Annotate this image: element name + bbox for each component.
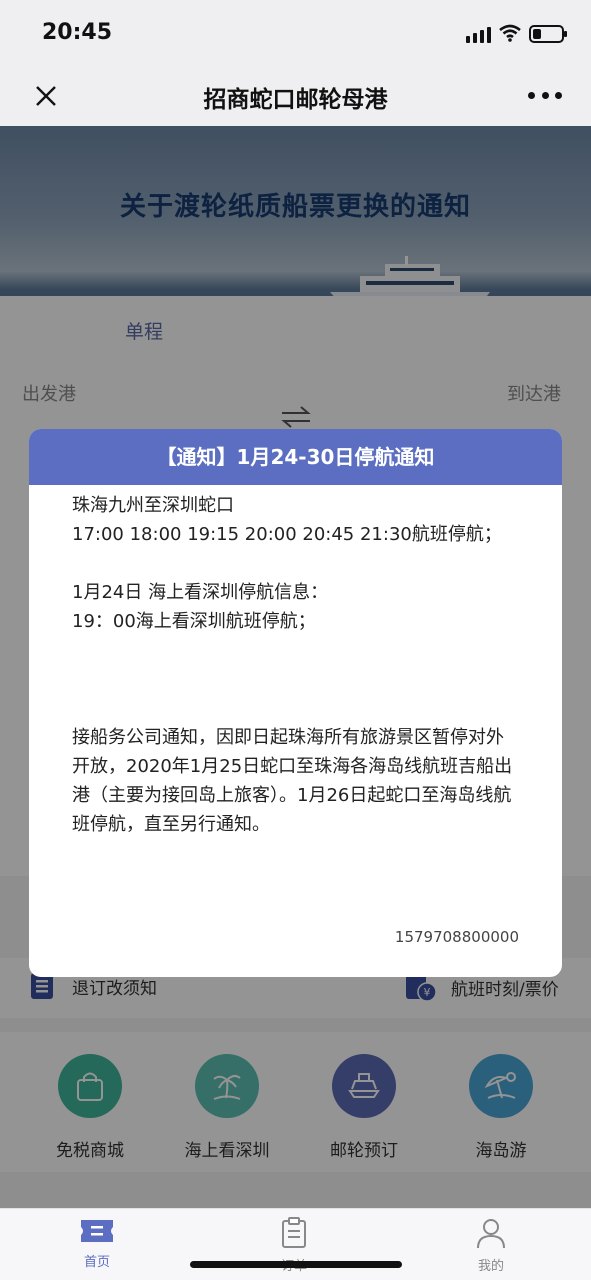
tab-home-label: 首页 [83,1255,110,1270]
tab-mine[interactable]: 我的 [446,1217,536,1274]
tab-mine-label: 我的 [477,1259,504,1274]
more-icon[interactable] [528,92,562,102]
cellular-signal-icon [466,27,491,43]
wifi-icon [499,24,521,42]
modal-title: 【通知】1月24-30日停航通知 [29,429,562,485]
modal-body: 珠海九州至深圳蛇口 17:00 18:00 19:15 20:00 20:45 … [29,485,562,839]
bottom-tab-bar: 首页 订单 我的 [0,1208,591,1280]
page-title: 招商蛇口邮轮母港 [203,87,388,113]
user-icon [477,1219,505,1249]
notice-route: 珠海九州至深圳蛇口 [72,495,234,516]
notice-island-routes: 接船务公司通知，因即日起珠海所有旅游景区暂停对外开放，2020年1月25日蛇口至… [72,727,513,835]
notice-timestamp: 1579708800000 [394,928,519,946]
notice-cancelled-times: 17:00 18:00 19:15 20:00 20:45 21:30航班停航； [72,524,502,545]
notice-sea-view-detail: 19：00海上看深圳航班停航； [72,611,316,632]
clipboard-icon [282,1217,306,1248]
battery-icon [529,25,567,43]
notice-sea-view-title: 1月24日 海上看深圳停航信息： [72,582,329,603]
notice-modal: 【通知】1月24-30日停航通知 珠海九州至深圳蛇口 17:00 18:00 1… [29,429,562,977]
ticket-icon [81,1220,113,1242]
status-bar: 20:45 [0,0,591,66]
home-indicator [190,1261,402,1268]
tab-home[interactable]: 首页 [52,1217,142,1270]
status-time: 20:45 [42,20,113,45]
nav-bar: 招商蛇口邮轮母港 [0,66,591,126]
